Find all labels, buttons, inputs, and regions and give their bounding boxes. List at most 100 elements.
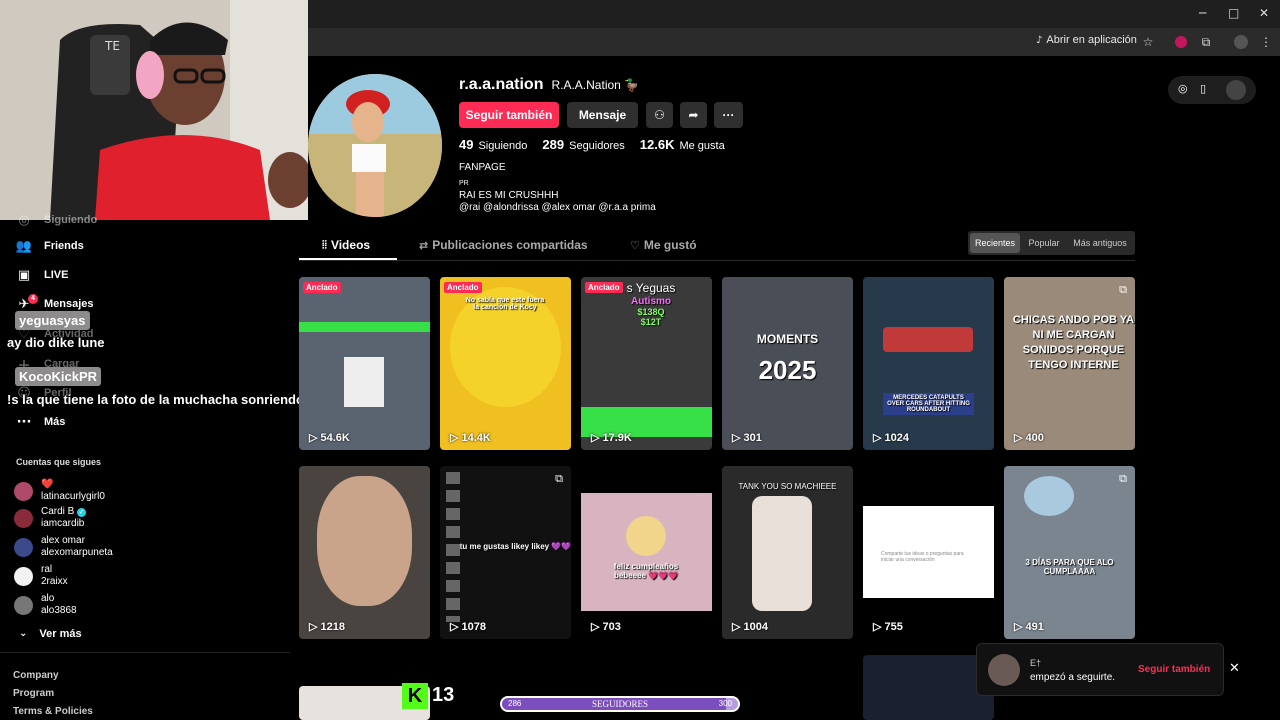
open-in-app-button[interactable]: ♪ Abrir en aplicación (1036, 34, 1137, 46)
video-card[interactable] (863, 655, 994, 720)
share-icon[interactable]: ➦ (680, 102, 707, 128)
video-card[interactable]: ⧉ 3 DÍAS PARA QUE ALO CUMPLAAAA ▷ 491 (1004, 466, 1135, 639)
play-icon: ▷ (873, 621, 882, 633)
sort-popular-button[interactable]: Popular (1023, 231, 1065, 255)
beanie-shape (1024, 476, 1074, 516)
gallery-icon: ⧉ (1119, 472, 1127, 485)
tiktok-icon: ♪ (1036, 34, 1043, 46)
following-account[interactable]: ❤️ latinacurlygirl0 (14, 479, 105, 503)
extension-icon[interactable] (1173, 34, 1189, 50)
pinned-badge: Anclado (303, 282, 341, 293)
chat-username: KocoKickPR (15, 367, 102, 386)
game-platform (299, 322, 430, 332)
video-card[interactable]: ▷ 1218 (299, 466, 430, 639)
video-card[interactable]: ⧉ tu me gustas likey likey 💜💜 ▷ 1078 (440, 466, 571, 639)
chat-message: !s la que tiene la foto de la muchacha s… (7, 392, 304, 407)
close-icon[interactable]: ✕ (1229, 661, 1240, 676)
view-count: ▷ 1024 (873, 431, 909, 445)
grid-icon: ⦙⦙ (322, 238, 327, 251)
profile-bio: FANPAGE PR RAI ES MI CRUSHHH @rai @alond… (459, 162, 656, 213)
messages-badge: 4 (28, 294, 38, 304)
video-card[interactable]: Anclado ▷ 54.6K (299, 277, 430, 450)
verified-icon: ✓ (77, 508, 87, 517)
play-icon: ▷ (450, 621, 459, 633)
sort-oldest-button[interactable]: Más antiguos (1068, 231, 1132, 255)
sidebar-item-live[interactable]: ▣ LIVE (16, 267, 69, 283)
video-card[interactable]: Comparte tus ideas o preguntas para inic… (863, 466, 994, 639)
sidebar-item-more[interactable]: ··· Más (16, 414, 66, 430)
chat-message: ay dio dike lune (7, 335, 105, 350)
gallery-icon: ⧉ (1119, 283, 1127, 296)
footer-company[interactable]: Company (13, 670, 59, 681)
webcam-overlay: TE (0, 0, 308, 220)
play-icon: ▷ (732, 432, 741, 444)
kebab-menu-icon[interactable]: ⋮ (1258, 34, 1274, 50)
webcam-image: TE (0, 0, 308, 220)
more-icon: ··· (16, 414, 32, 430)
puzzle-icon[interactable]: ⧉ (1198, 34, 1214, 50)
chevron-down-icon: ⌄ (19, 628, 28, 639)
chat-username: yeguasyas (15, 311, 90, 330)
kick-follower-count: 13 (432, 684, 455, 706)
sidebar-item-friends[interactable]: 👥 Friends (16, 238, 84, 254)
view-count: ▷ 14.4K (450, 431, 491, 445)
play-icon: ▷ (309, 432, 318, 444)
screen: ─ □ ✕ ♪ Abrir en aplicación ☆ ⧉ ⋮ ◎ ▯ TE (0, 0, 1280, 720)
sort-recent-button[interactable]: Recientes (970, 233, 1020, 253)
message-button[interactable]: Mensaje (567, 102, 638, 128)
phone-icon[interactable]: ▯ (1200, 82, 1206, 95)
add-friend-icon[interactable]: ⚇ (646, 102, 673, 128)
following-icon: ◎ (18, 212, 30, 228)
pinned-badge: Anclado (444, 282, 482, 293)
follow-back-button[interactable]: Seguir también (459, 102, 559, 128)
view-count: ▷ 54.6K (309, 431, 350, 445)
following-account[interactable]: alo alo3868 (14, 593, 77, 617)
avatar (14, 537, 33, 557)
video-card[interactable]: MOMENTS 2025 ▷ 301 (722, 277, 853, 450)
live-icon: ▣ (17, 267, 31, 283)
view-count: ▷ 400 (1014, 431, 1044, 445)
face-shape (317, 476, 412, 606)
footer-terms[interactable]: Terms & Policies (13, 706, 93, 717)
user-avatar-icon[interactable] (1226, 80, 1246, 100)
profile-username: r.a.a.nation (459, 76, 544, 93)
view-count: ▷ 703 (591, 620, 621, 634)
notification-follow-back-button[interactable]: Seguir también (1138, 664, 1210, 675)
video-card[interactable]: No sabía que este fuera la canción de Ko… (440, 277, 571, 450)
bus-shape (883, 327, 973, 352)
video-card[interactable]: s Yeguas Autismo $138Q $12T Anclado ▷ 17.… (581, 277, 712, 450)
tab-videos[interactable]: ⦙⦙ Videos (322, 238, 370, 252)
follower-goal-bar: 286 SEGUIDORES 300 (500, 696, 740, 712)
divider (0, 652, 290, 653)
toolbar-pill: ◎ ▯ (1168, 76, 1256, 104)
profile-display-name: R.A.A.Nation 🦆 (551, 78, 640, 92)
close-window-icon[interactable]: ✕ (1259, 6, 1269, 20)
tab-liked[interactable]: ♡ Me gustó (630, 238, 697, 252)
profile-avatar-icon[interactable] (1233, 34, 1249, 50)
avatar (14, 566, 33, 586)
maximize-icon[interactable]: □ (1228, 6, 1239, 20)
sidebar-item-following[interactable]: ◎ Siguiendo (16, 212, 97, 228)
following-account[interactable]: ral 2raixx (14, 564, 68, 588)
avatar (14, 595, 33, 615)
avatar-figure (752, 496, 812, 611)
minimize-icon[interactable]: ─ (1199, 6, 1206, 20)
tab-reposts[interactable]: ⇄ Publicaciones compartidas (419, 238, 588, 252)
kick-logo: K (402, 683, 428, 709)
view-count: ▷ 301 (732, 431, 762, 445)
see-more-link[interactable]: ⌄ Ver más (19, 628, 82, 640)
more-options-icon[interactable]: ··· (714, 102, 743, 128)
video-card[interactable]: ⧉ CHICAS ANDO POB YA NI ME CARGAN SONIDO… (1004, 277, 1135, 450)
following-account[interactable]: Cardi B ✓ iamcardib (14, 506, 87, 530)
video-card[interactable]: MERCEDES CATAPULTS OVER CARS AFTER HITTI… (863, 277, 994, 450)
video-card[interactable]: feliz cumpleaños bebeeee 💗💗💗 ▷ 703 (581, 466, 712, 639)
footer-program[interactable]: Program (13, 688, 54, 699)
compass-icon[interactable]: ◎ (1178, 82, 1188, 95)
video-card[interactable]: TANK YOU SO MACHIEEE ▷ 1004 (722, 466, 853, 639)
svg-text:TE: TE (104, 39, 120, 53)
play-icon: ▷ (1014, 621, 1023, 633)
profile-avatar-image (308, 74, 442, 217)
gallery-icon: ⧉ (555, 472, 563, 485)
bookmark-star-icon[interactable]: ☆ (1140, 34, 1156, 50)
following-account[interactable]: alex omar alexomarpuneta (14, 535, 113, 559)
